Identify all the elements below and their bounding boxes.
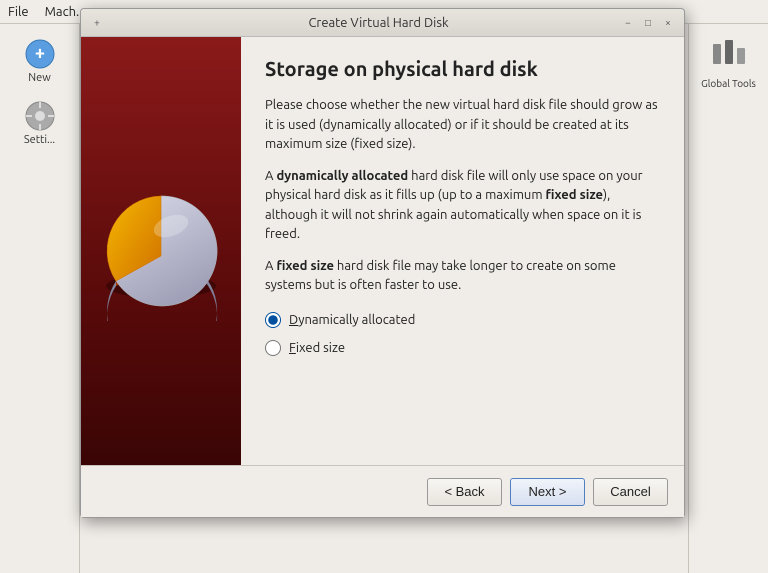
paragraph-2: A dynamically allocated hard disk file w… [265,167,660,245]
right-panel: Global Tools [688,24,768,573]
dialog-titlebar: + Create Virtual Hard Disk − □ × [81,9,684,37]
titlebar-maximize-btn[interactable]: □ [640,15,656,31]
dialog-body: Storage on physical hard disk Please cho… [81,37,684,465]
dynamic-label: Dynamically allocated [289,313,415,327]
titlebar-close-btn[interactable]: × [660,15,676,31]
titlebar-minimize-btn[interactable]: − [620,15,636,31]
titlebar-left-controls: + [89,15,137,31]
cancel-button[interactable]: Cancel [593,478,668,506]
left-toolbar: + New Setti... [0,24,80,573]
settings-icon [24,100,56,132]
back-button[interactable]: < Back [427,478,502,506]
dialog-footer: < Back Next > Cancel [81,465,684,517]
settings-label: Setti... [24,134,55,146]
tools-label: Global Tools [701,78,756,89]
pie-chart [91,181,231,321]
titlebar-right-controls: − □ × [620,15,676,31]
new-icon: + [24,38,56,70]
svg-text:+: + [34,43,44,63]
paragraph-1: Please choose whether the new virtual ha… [265,96,660,155]
cancel-label: Cancel [610,484,650,499]
new-button[interactable]: + New [10,32,70,90]
titlebar-expand-btn[interactable]: + [89,15,105,31]
content-heading: Storage on physical hard disk [265,57,660,80]
next-label: Next > [529,484,567,499]
new-label: New [28,72,50,84]
dynamic-option[interactable]: Dynamically allocated [265,312,660,328]
back-label: < Back [444,484,484,499]
dialog-sidebar [81,37,241,465]
next-button[interactable]: Next > [510,478,585,506]
tools-icon [709,36,749,76]
storage-type-radio-group: Dynamically allocated Fixed size [265,312,660,356]
dialog-content: Storage on physical hard disk Please cho… [241,37,684,465]
dynamic-radio[interactable] [265,312,281,328]
dialog-title: Create Virtual Hard Disk [137,16,620,30]
fixed-label: Fixed size [289,341,345,355]
dialog: + Create Virtual Hard Disk − □ × [80,8,685,518]
menu-file[interactable]: File [8,5,29,19]
fixed-radio[interactable] [265,340,281,356]
settings-button[interactable]: Setti... [10,94,70,152]
paragraph-3: A fixed size hard disk file may take lon… [265,257,660,296]
fixed-option[interactable]: Fixed size [265,340,660,356]
